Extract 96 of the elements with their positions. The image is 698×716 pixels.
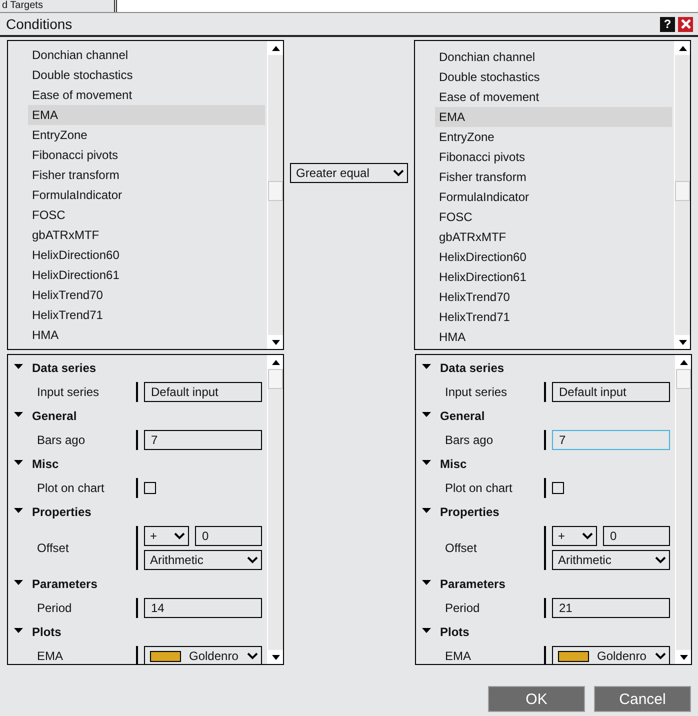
indicator-list-item[interactable]: FOSC [28, 205, 265, 225]
caret-icon [174, 532, 185, 540]
indicator-list-item[interactable]: Fibonacci pivots [28, 145, 265, 165]
indicator-list-item[interactable]: Fisher transform [435, 167, 672, 187]
indicator-list-item[interactable]: EMA [28, 105, 265, 125]
close-icon [680, 19, 690, 29]
indicator-list-item[interactable]: Ease of movement [435, 87, 672, 107]
indicator-list-item[interactable]: EntryZone [28, 125, 265, 145]
indicator-list-item[interactable]: HelixTrend71 [435, 307, 672, 327]
indicator-list-item[interactable]: HMA [435, 327, 672, 347]
indicator-list-item[interactable]: HelixTrend71 [28, 305, 265, 325]
caret-icon [655, 652, 666, 660]
color-dropdown[interactable]: Goldenro [144, 646, 262, 664]
category-label: Properties [32, 505, 92, 519]
indicator-list-item[interactable]: gbATRxMTF [435, 227, 672, 247]
indicator-list-item[interactable]: Fibonacci pivots [435, 147, 672, 167]
indicator-list-item[interactable]: HelixDirection60 [435, 247, 672, 267]
property-label: Offset [8, 526, 138, 570]
indicator-list-item[interactable]: HelixDirection60 [28, 245, 265, 265]
property-label: Bars ago [8, 430, 138, 450]
scroll-down-icon[interactable] [678, 340, 686, 344]
indicator-list-item[interactable]: HelixTrend70 [435, 287, 672, 307]
close-button[interactable] [678, 16, 693, 32]
indicator-list-item[interactable]: Double stochastics [28, 65, 265, 85]
category-label: General [440, 409, 485, 423]
property-label: Input series [416, 382, 546, 402]
property-label: Bars ago [416, 430, 546, 450]
caret-icon [247, 556, 258, 564]
caret-icon [247, 652, 258, 660]
category-label: Misc [32, 457, 59, 471]
dialog-button[interactable]: Cancel [594, 686, 691, 712]
indicator-list-item[interactable]: FOSC [435, 207, 672, 227]
indicator-list-item[interactable]: Ease of movement [28, 85, 265, 105]
property-label: EMA [416, 646, 546, 664]
indicator-list-item[interactable]: gbATRxMTF [28, 225, 265, 245]
category-label: Parameters [440, 577, 506, 591]
scroll-down-icon[interactable] [272, 654, 280, 660]
scroll-up-icon[interactable] [680, 360, 688, 364]
sign-dropdown[interactable]: + [552, 526, 597, 546]
caret-icon [393, 169, 404, 177]
offset-field[interactable]: 0 [603, 526, 670, 546]
help-button[interactable]: ? [660, 16, 675, 32]
scroll-up-icon[interactable] [272, 46, 280, 50]
category-label: Data series [32, 361, 96, 375]
offset-field[interactable]: 0 [195, 526, 262, 546]
property-label: EMA [8, 646, 138, 664]
property-label: Plot on chart [8, 478, 138, 498]
indicator-list-item[interactable]: FormulaIndicator [435, 187, 672, 207]
checkbox[interactable] [144, 482, 156, 494]
category-label: Plots [32, 625, 62, 639]
indicator-list-item[interactable]: EMA [435, 107, 672, 127]
indicator-list-item[interactable]: EntryZone [435, 127, 672, 147]
scrollbar-thumb[interactable] [676, 369, 691, 389]
indicator-list-item[interactable]: Double stochastics [435, 67, 672, 87]
property-field[interactable]: 21 [552, 598, 670, 618]
indicator-list-item[interactable]: Donchian channel [435, 47, 672, 67]
scroll-down-icon[interactable] [272, 340, 280, 344]
scrollbar-thumb[interactable] [675, 181, 690, 201]
indicator-list-item[interactable]: Donchian channel [28, 45, 265, 65]
caret-icon [655, 556, 666, 564]
property-label: Input series [8, 382, 138, 402]
property-label: Period [8, 598, 138, 618]
comparison-dropdown[interactable]: Greater equal [290, 163, 408, 183]
property-field[interactable]: Default input [552, 382, 670, 402]
property-label: Offset [416, 526, 546, 570]
caret-icon [582, 532, 593, 540]
category-label: Parameters [32, 577, 98, 591]
indicator-list-item[interactable]: HelixDirection61 [28, 265, 265, 285]
scroll-down-icon[interactable] [680, 654, 688, 660]
checkbox[interactable] [552, 482, 564, 494]
category-label: General [32, 409, 77, 423]
property-field[interactable]: 14 [144, 598, 262, 618]
property-label: Plot on chart [416, 478, 546, 498]
indicator-list-item[interactable]: HelixDirection61 [435, 267, 672, 287]
category-label: Data series [440, 361, 504, 375]
category-label: Misc [440, 457, 467, 471]
category-label: Properties [440, 505, 500, 519]
dialog-button[interactable]: OK [488, 686, 585, 712]
indicator-list-item[interactable]: HMA [28, 325, 265, 345]
mode-dropdown[interactable]: Arithmetic [144, 550, 262, 570]
sign-dropdown[interactable]: + [144, 526, 189, 546]
category-label: Plots [440, 625, 470, 639]
mode-dropdown[interactable]: Arithmetic [552, 550, 670, 570]
property-field[interactable]: Default input [144, 382, 262, 402]
indicator-list-item[interactable]: HelixTrend70 [28, 285, 265, 305]
scroll-up-icon[interactable] [678, 46, 686, 50]
indicator-list-item[interactable]: FormulaIndicator [28, 185, 265, 205]
property-field[interactable]: 7 [144, 430, 262, 450]
scrollbar-thumb[interactable] [268, 181, 283, 201]
indicator-list-item[interactable]: Fisher transform [28, 165, 265, 185]
scroll-up-icon[interactable] [272, 360, 280, 364]
color-dropdown[interactable]: Goldenro [552, 646, 670, 664]
scrollbar-thumb[interactable] [268, 369, 283, 389]
property-label: Period [416, 598, 546, 618]
property-field[interactable]: 7 [552, 430, 670, 450]
window-title: Conditions [6, 16, 74, 32]
